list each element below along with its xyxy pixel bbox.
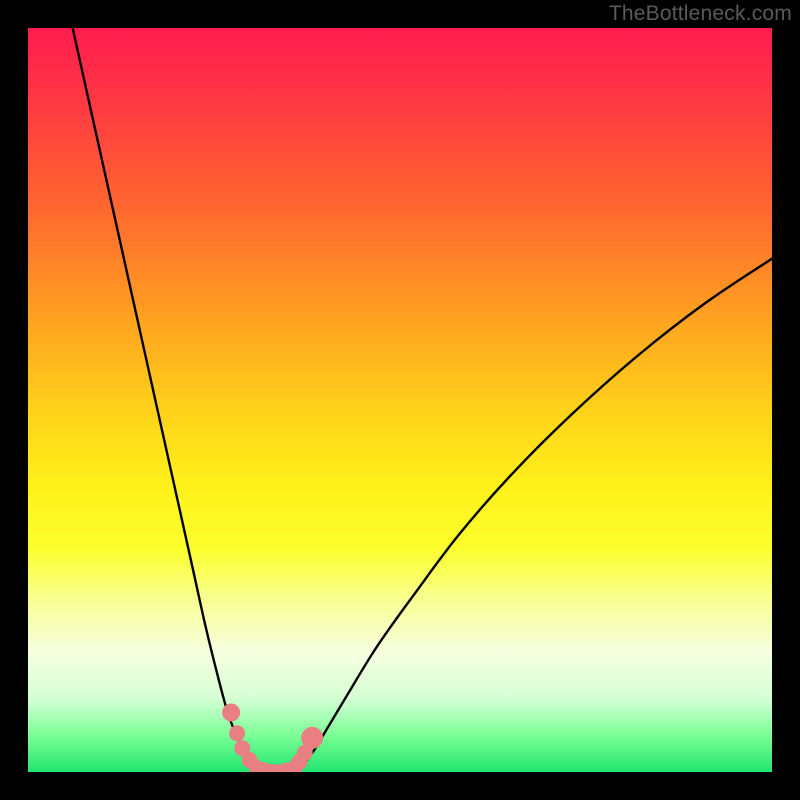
chart-frame: TheBottleneck.com — [0, 0, 800, 800]
watermark-text: TheBottleneck.com — [609, 2, 792, 26]
curve-path — [73, 28, 772, 772]
marker-dot — [222, 703, 240, 721]
marker-dot — [301, 727, 323, 749]
plot-area — [28, 28, 772, 772]
marker-group — [222, 703, 323, 772]
marker-dot — [229, 725, 245, 741]
bottleneck-curve — [73, 28, 772, 772]
curve-layer — [28, 28, 772, 772]
